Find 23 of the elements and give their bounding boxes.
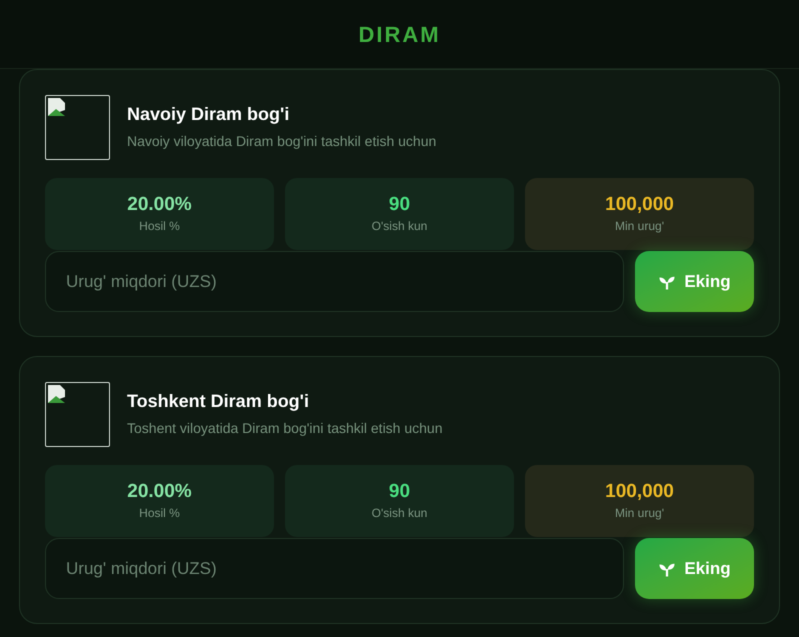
stat-value: 100,000 <box>605 480 674 504</box>
stat-label: Hosil % <box>139 504 180 522</box>
plant-button[interactable]: Eking <box>635 251 754 312</box>
plant-button[interactable]: Eking <box>635 538 754 599</box>
garden-description: Toshent viloyatida Diram bog'ini tashkil etish uchun <box>127 419 443 438</box>
amount-input[interactable]: Urug' miqdori (UZS) <box>45 538 624 599</box>
stat-value: 90 <box>388 193 410 217</box>
stat-label: O'sish kun <box>372 218 428 235</box>
stat-value: 100,000 <box>605 193 674 217</box>
garden-title: Toshkent Diram bog'i <box>127 390 310 412</box>
broken-image-icon <box>45 382 110 447</box>
garden-description: Navoiy viloyatida Diram bog'ini tashkil etish uchun <box>127 132 436 152</box>
app-title: DIRAM <box>358 20 441 48</box>
stat-value: 90 <box>388 480 410 504</box>
stat-value: 20.00% <box>127 480 192 504</box>
stat-label: Min urug' <box>615 218 664 235</box>
garden-title: Navoiy Diram bog'i <box>127 102 290 126</box>
broken-image-icon <box>45 95 110 160</box>
stat-label: O'sish kun <box>372 504 428 522</box>
stat-label: Hosil % <box>139 218 180 235</box>
amount-input[interactable]: Urug' miqdori (UZS) <box>45 251 624 312</box>
stat-label: Min urug' <box>615 504 664 522</box>
stat-value: 20.00% <box>127 193 192 217</box>
